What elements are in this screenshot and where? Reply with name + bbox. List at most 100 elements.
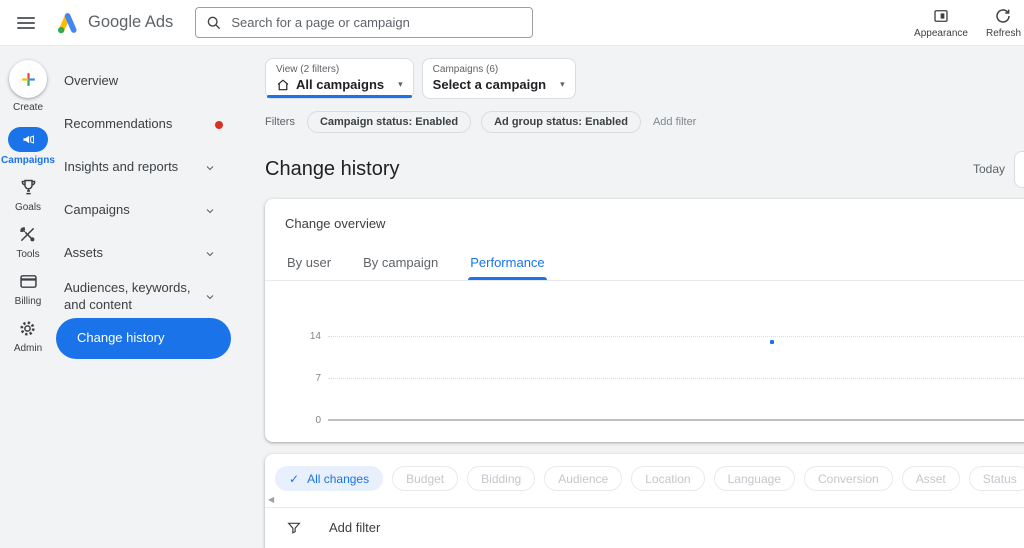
- gridline-0: 0: [315, 415, 1024, 426]
- add-filter-link[interactable]: Add filter: [653, 116, 696, 128]
- view-selector-value: All campaigns: [296, 77, 385, 92]
- chip-all-changes[interactable]: ✓ All changes: [275, 466, 384, 491]
- sidebar-label: Audiences, keywords, and content: [64, 280, 191, 312]
- refresh-label: Refresh: [985, 27, 1021, 39]
- refresh-button[interactable]: Refresh: [977, 7, 1024, 39]
- chip-label: All changes: [307, 471, 370, 486]
- card-title: Change overview: [285, 216, 386, 231]
- change-overview-card: Change overview By user By campaign Perf…: [265, 199, 1024, 442]
- brand: Google Ads: [54, 10, 173, 36]
- sidebar-item-recommendations[interactable]: Recommendations: [56, 103, 250, 146]
- filters-label: Filters: [265, 116, 295, 128]
- sidebar-label: Change history: [77, 330, 165, 346]
- gridline-7: 7: [315, 373, 1024, 384]
- campaign-selector-label: Campaigns (6): [432, 64, 499, 75]
- chevron-down-icon: [204, 248, 216, 260]
- rail-item-campaigns[interactable]: Campaigns: [1, 127, 55, 166]
- sidebar-item-audiences-keywords-content[interactable]: Audiences, keywords, and content: [56, 275, 250, 318]
- chip-language[interactable]: Language: [713, 466, 795, 491]
- wrench-icon: [17, 222, 38, 246]
- data-point: [770, 339, 775, 344]
- sidebar-item-change-history[interactable]: Change history: [56, 318, 231, 359]
- caret-down-icon: ▾: [398, 79, 403, 89]
- sidebar-label: Campaigns: [64, 202, 130, 218]
- performance-chart: 14 7 0: [265, 331, 1024, 426]
- menu-icon[interactable]: [17, 14, 35, 32]
- y-tick: 14: [309, 331, 321, 342]
- rail-item-goals[interactable]: Goals: [15, 175, 41, 213]
- y-tick: 0: [315, 415, 321, 426]
- rail-item-billing[interactable]: Billing: [14, 269, 42, 307]
- navigation-rail: Create Campaigns Goals Tools Billing Adm…: [0, 46, 56, 548]
- search-icon: [206, 15, 222, 31]
- add-filter-label[interactable]: Add filter: [329, 520, 380, 535]
- rail-item-tools[interactable]: Tools: [16, 222, 40, 260]
- chip-budget[interactable]: Budget: [392, 466, 459, 491]
- refresh-icon: [994, 7, 1012, 25]
- filter-chip-campaign-status[interactable]: Campaign status: Enabled: [306, 111, 472, 133]
- google-ads-logo-icon: [54, 10, 80, 36]
- appearance-button[interactable]: Appearance: [905, 7, 977, 39]
- rail-label-campaigns: Campaigns: [1, 155, 55, 166]
- chip-location[interactable]: Location: [631, 466, 705, 491]
- card-icon: [18, 269, 39, 293]
- rail-item-create[interactable]: Create: [9, 60, 47, 113]
- view-selector-label: View (2 filters): [276, 64, 340, 75]
- plus-icon: [19, 70, 38, 89]
- filters-row: Filters Campaign status: Enabled Ad grou…: [265, 110, 1024, 134]
- chevron-down-icon: [204, 162, 216, 174]
- top-app-bar: Google Ads Appearance Refresh: [0, 0, 1024, 46]
- home-icon: [276, 78, 290, 92]
- funnel-icon: [286, 520, 302, 536]
- scroll-left-icon[interactable]: ◀: [265, 491, 277, 507]
- tab-by-user[interactable]: By user: [285, 246, 333, 280]
- megaphone-icon: [21, 132, 36, 147]
- date-range-label: Today: [972, 162, 1005, 176]
- date-range-button[interactable]: [1014, 150, 1024, 188]
- chip-bidding[interactable]: Bidding: [467, 466, 536, 491]
- campaigns-pill[interactable]: [8, 127, 48, 152]
- campaign-selector-value: Select a campaign: [432, 77, 547, 92]
- tab-performance[interactable]: Performance: [468, 246, 548, 280]
- chip-audience[interactable]: Audience: [544, 466, 623, 491]
- sidebar-item-insights-and-reports[interactable]: Insights and reports: [56, 146, 250, 189]
- scope-selectors: View (2 filters) All campaigns ▾ Campaig…: [265, 58, 1024, 99]
- tab-by-campaign[interactable]: By campaign: [361, 246, 440, 280]
- rail-label-create: Create: [12, 102, 43, 113]
- rail-label-goals: Goals: [14, 202, 42, 213]
- campaign-selector-dropdown[interactable]: Campaigns (6) Select a campaign ▾: [421, 58, 576, 99]
- search-input[interactable]: [231, 15, 523, 30]
- chip-conversion[interactable]: Conversion: [804, 466, 893, 491]
- sidebar-label: Overview: [64, 73, 119, 89]
- chip-asset[interactable]: Asset: [901, 466, 960, 491]
- gridline-14: 14: [310, 331, 1024, 342]
- sidebar-item-assets[interactable]: Assets: [56, 232, 250, 275]
- sidebar-item-overview[interactable]: Overview: [56, 60, 250, 103]
- overview-tabs: By user By campaign Performance: [265, 246, 1024, 281]
- sidebar-label: Insights and reports: [64, 159, 179, 175]
- main-content: View (2 filters) All campaigns ▾ Campaig…: [250, 46, 1024, 548]
- sidebar-item-campaigns[interactable]: Campaigns: [56, 189, 250, 232]
- chip-status[interactable]: Status: [968, 466, 1024, 491]
- rail-label-billing: Billing: [14, 296, 42, 307]
- page-header: Change history Today: [265, 149, 1024, 189]
- chevron-down-icon: [204, 291, 216, 303]
- rail-label-admin: Admin: [13, 343, 43, 354]
- check-icon: ✓: [289, 471, 300, 486]
- filter-chip-ad-group-status[interactable]: Ad group status: Enabled: [481, 111, 641, 133]
- page-title: Change history: [265, 157, 400, 180]
- table-filter-bar: Add filter: [265, 508, 1024, 547]
- brand-title: Google Ads: [88, 13, 174, 31]
- chevron-down-icon: [204, 205, 216, 217]
- change-types-panel: ✓ All changes Budget Bidding Audience Lo…: [265, 454, 1024, 548]
- change-type-chips: ✓ All changes Budget Bidding Audience Lo…: [265, 466, 1024, 491]
- rail-label-tools: Tools: [16, 249, 40, 260]
- view-selector-dropdown[interactable]: View (2 filters) All campaigns ▾: [265, 58, 414, 99]
- sidebar: Overview Recommendations Insights and re…: [56, 46, 250, 548]
- appearance-icon: [932, 7, 950, 25]
- global-search[interactable]: [195, 7, 534, 38]
- gear-icon: [17, 316, 38, 340]
- rail-item-admin[interactable]: Admin: [14, 316, 42, 354]
- create-button[interactable]: [9, 60, 47, 98]
- appearance-label: Appearance: [914, 27, 968, 39]
